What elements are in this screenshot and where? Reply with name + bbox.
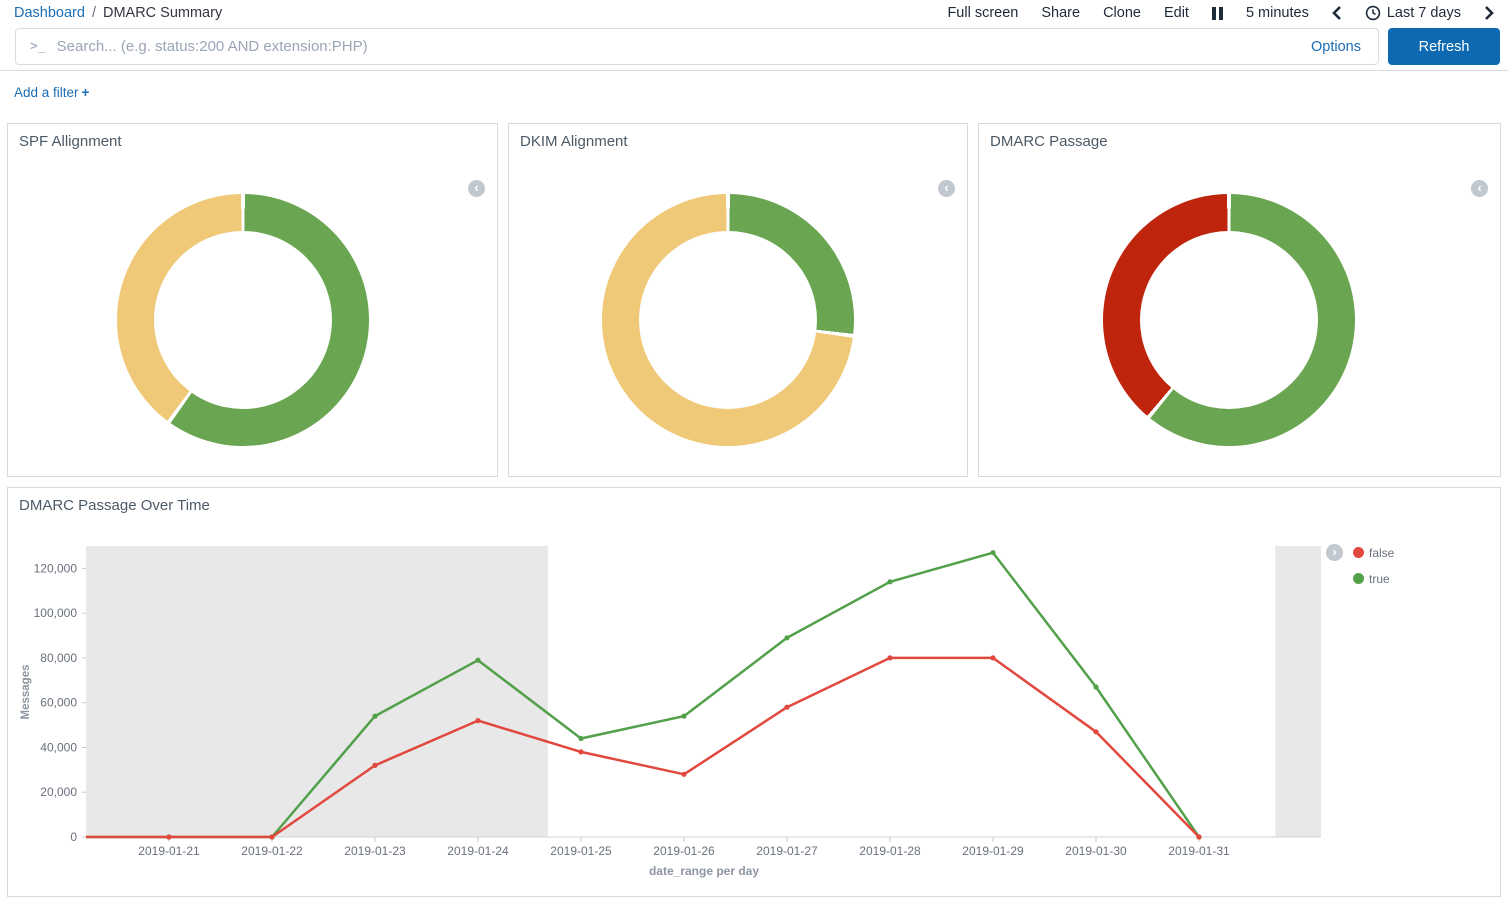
x-axis-title: date_range per day xyxy=(649,864,759,878)
kibana-dashboard-page: Dashboard / DMARC Summary Full screen Sh… xyxy=(0,0,1508,898)
y-tick-label: 60,000 xyxy=(40,696,77,710)
legend-item-true[interactable]: true xyxy=(1353,570,1394,587)
x-tick-label: 2019-01-23 xyxy=(344,844,406,858)
y-tick-label: 0 xyxy=(70,830,77,844)
chart-legend: false true xyxy=(1353,544,1394,596)
menu-clone[interactable]: Clone xyxy=(1103,5,1141,21)
panel-title: SPF Allignment xyxy=(8,124,133,159)
x-tick-label: 2019-01-29 xyxy=(962,844,1024,858)
x-tick-label: 2019-01-26 xyxy=(653,844,715,858)
time-range-label: Last 7 days xyxy=(1387,5,1461,21)
series-point-true[interactable] xyxy=(990,550,995,555)
donut-hole xyxy=(1140,231,1318,409)
series-point-false[interactable] xyxy=(578,749,583,754)
plus-icon: + xyxy=(82,85,90,100)
breadcrumb: Dashboard / DMARC Summary xyxy=(14,5,222,21)
query-input-container: >_ Options xyxy=(15,28,1379,65)
series-point-true[interactable] xyxy=(475,658,480,663)
x-tick-label: 2019-01-24 xyxy=(447,844,509,858)
query-bar-row: >_ Options Refresh xyxy=(0,27,1508,71)
x-tick-label: 2019-01-30 xyxy=(1065,844,1127,858)
menu-full-screen[interactable]: Full screen xyxy=(947,5,1018,21)
legend-toggle-chevron-icon[interactable]: › xyxy=(1326,544,1343,561)
legend-dot-false-icon xyxy=(1353,547,1364,558)
series-point-true[interactable] xyxy=(1093,684,1098,689)
x-tick-label: 2019-01-22 xyxy=(241,844,303,858)
panel-collapse-chevron-icon[interactable]: ‹ xyxy=(938,180,955,197)
clock-icon xyxy=(1365,5,1381,21)
timeline-line-chart[interactable]: 0 20,000 40,000 60,000 80,000 100,000 120,000 2… xyxy=(8,488,1500,896)
x-tick-label: 2019-01-31 xyxy=(1168,844,1230,858)
x-tick-label: 2019-01-25 xyxy=(550,844,612,858)
query-prompt-icon: >_ xyxy=(30,39,46,54)
spf-donut-chart[interactable] xyxy=(117,194,369,446)
series-point-false[interactable] xyxy=(269,834,274,839)
time-forward-chevron-icon[interactable] xyxy=(1484,6,1494,20)
page-title: DMARC Summary xyxy=(103,5,222,21)
donut-hole xyxy=(154,231,332,409)
donut-hole xyxy=(639,231,817,409)
series-point-false[interactable] xyxy=(1093,729,1098,734)
dashboard-menu: Full screen Share Clone Edit 5 minutes L… xyxy=(947,5,1494,21)
filter-bar: Add a filter+ xyxy=(14,85,89,100)
series-point-false[interactable] xyxy=(475,718,480,723)
series-point-true[interactable] xyxy=(681,714,686,719)
y-tick-label: 80,000 xyxy=(40,651,77,665)
y-tick-label: 100,000 xyxy=(34,606,78,620)
series-point-false[interactable] xyxy=(990,655,995,660)
series-point-false[interactable] xyxy=(372,763,377,768)
partial-data-band xyxy=(1275,546,1321,837)
series-point-false[interactable] xyxy=(681,772,686,777)
x-tick-label: 2019-01-21 xyxy=(138,844,200,858)
menu-share[interactable]: Share xyxy=(1041,5,1080,21)
add-filter-label: Add a filter xyxy=(14,85,79,100)
time-back-chevron-icon[interactable] xyxy=(1332,6,1342,20)
panel-collapse-chevron-icon[interactable]: ‹ xyxy=(1471,180,1488,197)
panel-title: DMARC Passage xyxy=(979,124,1119,159)
breadcrumb-separator: / xyxy=(92,5,96,21)
panel-spf-alignment: SPF Allignment ‹ xyxy=(7,123,498,477)
dkim-donut-chart[interactable] xyxy=(602,194,854,446)
menu-edit[interactable]: Edit xyxy=(1164,5,1189,21)
refresh-interval-link[interactable]: 5 minutes xyxy=(1246,5,1309,21)
time-range-picker[interactable]: Last 7 days xyxy=(1365,5,1461,21)
partial-data-band xyxy=(86,546,548,837)
dmarc-donut-chart[interactable] xyxy=(1103,194,1355,446)
panel-dkim-alignment: DKIM Alignment ‹ xyxy=(508,123,968,477)
series-point-false[interactable] xyxy=(166,834,171,839)
series-point-true[interactable] xyxy=(372,714,377,719)
search-input[interactable] xyxy=(57,38,1311,55)
panel-dmarc-passage: DMARC Passage ‹ xyxy=(978,123,1501,477)
y-tick-label: 20,000 xyxy=(40,785,77,799)
legend-label: false xyxy=(1369,546,1394,560)
series-point-false[interactable] xyxy=(1196,834,1201,839)
series-point-true[interactable] xyxy=(578,736,583,741)
x-tick-label: 2019-01-27 xyxy=(756,844,818,858)
y-tick-label: 40,000 xyxy=(40,741,77,755)
series-point-true[interactable] xyxy=(887,579,892,584)
x-tick-label: 2019-01-28 xyxy=(859,844,921,858)
top-navigation-bar: Dashboard / DMARC Summary Full screen Sh… xyxy=(0,0,1508,26)
y-tick-label: 120,000 xyxy=(34,561,78,575)
y-axis-title: Messages xyxy=(20,665,32,720)
series-point-false[interactable] xyxy=(887,655,892,660)
panel-title: DKIM Alignment xyxy=(509,124,639,159)
panel-collapse-chevron-icon[interactable]: ‹ xyxy=(468,180,485,197)
series-point-true[interactable] xyxy=(784,635,789,640)
series-point-false[interactable] xyxy=(784,705,789,710)
panel-dmarc-passage-over-time: DMARC Passage Over Time 020,00040,00060,… xyxy=(7,487,1501,897)
pause-icon[interactable] xyxy=(1212,7,1223,20)
refresh-button[interactable]: Refresh xyxy=(1388,28,1500,65)
legend-dot-true-icon xyxy=(1353,573,1364,584)
add-filter-link[interactable]: Add a filter+ xyxy=(14,85,89,100)
legend-label: true xyxy=(1369,572,1390,586)
legend-item-false[interactable]: false xyxy=(1353,544,1394,561)
options-link[interactable]: Options xyxy=(1311,39,1361,55)
breadcrumb-dashboard-link[interactable]: Dashboard xyxy=(14,5,85,21)
